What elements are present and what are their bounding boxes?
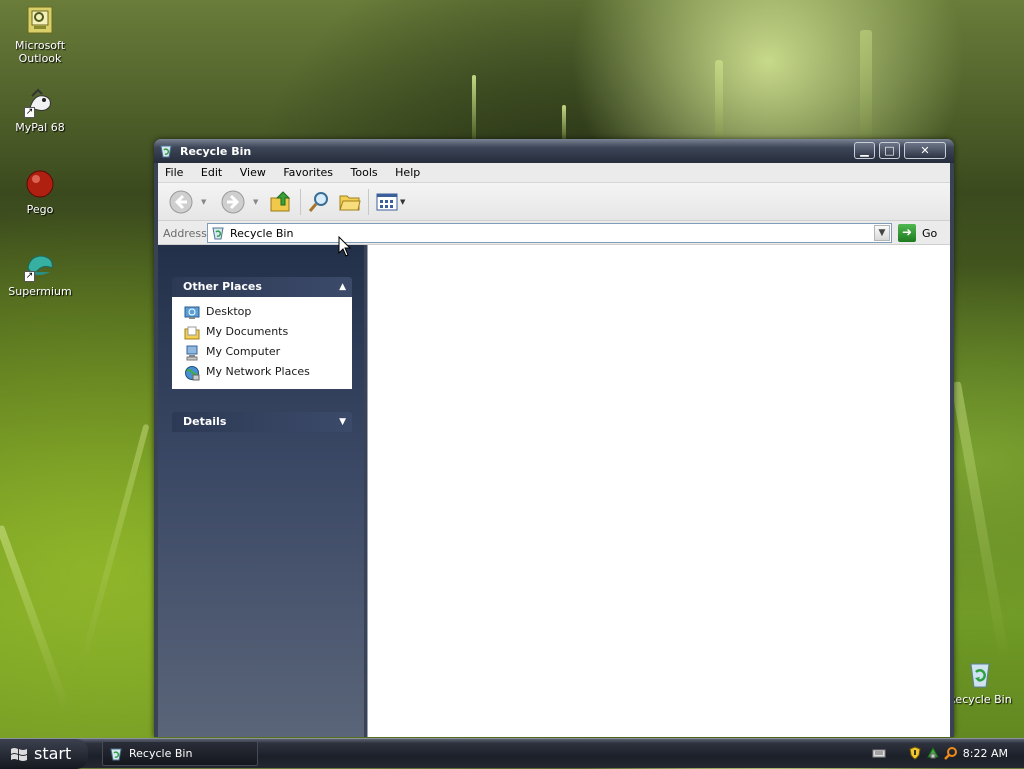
other-places-header[interactable]: Other Places ▲ [172,277,352,297]
desktop-icon-supermium[interactable]: ↗ Supermium [2,250,78,298]
menu-file[interactable]: File [158,163,190,179]
clock[interactable]: 8:22 AM [963,747,1008,760]
start-button[interactable]: start [0,739,88,769]
minimize-button[interactable]: ▁ [854,142,875,159]
address-bar: Address Recycle Bin ▼ ➜ Go [158,221,950,245]
other-places-list: Desktop My Documents My Computer My Netw… [172,297,352,389]
minimize-icon: ▁ [860,144,869,157]
maximize-icon: □ [884,144,895,157]
back-dropdown-icon[interactable]: ▼ [201,198,206,206]
go-arrow-icon: ➜ [898,224,916,242]
desktop-icon-label: Pego [26,203,54,216]
go-button[interactable]: ➜ Go [898,224,948,242]
go-label: Go [922,227,938,240]
details-header[interactable]: Details ▼ [172,412,352,432]
desktop-icon-label: MyPal 68 [15,121,65,134]
views-dropdown-icon[interactable]: ▼ [400,198,405,206]
pego-icon [24,168,56,200]
views-icon [376,193,398,211]
place-label: My Network Places [206,365,310,378]
close-icon: ✕ [920,144,930,157]
views-button[interactable] [374,189,400,215]
place-desktop[interactable]: Desktop [182,303,352,323]
place-my-network-places[interactable]: My Network Places [182,363,352,383]
taskbar: start Recycle Bin 8:22 AM [0,738,1024,769]
folders-button[interactable] [337,189,363,215]
taskbar-item-label: Recycle Bin [129,747,193,760]
search-icon [308,192,328,212]
supermium-icon: ↗ [24,250,56,282]
desktop-icon-label: Microsoft Outlook [14,39,66,65]
menu-favorites[interactable]: Favorites [276,163,340,179]
computer-icon [184,345,200,361]
toolbar-separator [300,189,301,215]
documents-folder-icon [184,325,200,341]
explorer-window: Recycle Bin ▁ □ ✕ File Edit View Favorit… [154,139,954,737]
up-folder-icon [270,191,291,212]
chevron-down-icon: ▼ [878,228,886,238]
outlook-icon [24,4,56,36]
search-button[interactable] [306,189,332,215]
group-title: Other Places [183,280,262,293]
shortcut-arrow-icon: ↗ [24,107,35,118]
network-icon[interactable] [926,746,940,760]
address-value: Recycle Bin [230,227,294,240]
taskbar-item-recycle-bin[interactable]: Recycle Bin [102,741,258,766]
window-titlebar[interactable]: Recycle Bin ▁ □ ✕ [154,139,954,163]
window-title: Recycle Bin [180,145,252,158]
desktop-icon-label: Supermium [8,285,72,298]
expand-icon[interactable]: ▼ [339,412,346,432]
desktop-icon-mypal[interactable]: ↗ MyPal 68 [2,86,78,134]
place-label: Desktop [206,305,252,318]
forward-button[interactable] [220,189,246,215]
mouse-cursor-icon [338,236,352,257]
maximize-button[interactable]: □ [879,142,900,159]
recycle-bin-icon [211,226,225,240]
search-icon[interactable] [944,746,958,760]
windows-flag-icon [11,748,27,761]
forward-arrow-icon [221,190,245,214]
recycle-bin-icon [159,144,173,158]
standard-toolbar: ▼ ▼ ▼ [158,183,950,221]
keyboard-icon[interactable] [872,746,886,760]
forward-dropdown-icon[interactable]: ▼ [253,198,258,206]
file-list-area[interactable] [367,245,950,737]
shortcut-arrow-icon: ↗ [24,271,35,282]
close-button[interactable]: ✕ [904,142,946,159]
folders-icon [339,195,361,211]
details-group: Details ▼ [172,412,352,432]
address-dropdown-button[interactable]: ▼ [874,225,890,241]
menu-tools[interactable]: Tools [344,163,385,179]
place-my-computer[interactable]: My Computer [182,343,352,363]
address-input[interactable]: Recycle Bin ▼ [207,223,892,243]
recycle-bin-icon [964,658,996,690]
menu-view[interactable]: View [233,163,273,179]
mypal-icon: ↗ [24,86,56,118]
network-globe-icon [184,365,200,381]
address-label: Address [163,227,207,240]
security-shield-icon[interactable] [908,746,922,760]
desktop-icon-outlook[interactable]: Microsoft Outlook [2,4,78,65]
task-pane: Other Places ▲ Desktop My Documents My C… [158,245,364,737]
back-arrow-icon [169,190,193,214]
desktop-icon [184,305,200,321]
toolbar-separator [368,189,369,215]
menu-edit[interactable]: Edit [194,163,229,179]
menu-bar: File Edit View Favorites Tools Help [158,163,950,183]
other-places-group: Other Places ▲ Desktop My Documents My C… [172,277,352,389]
start-label: start [34,744,72,763]
collapse-icon[interactable]: ▲ [339,277,346,297]
back-button[interactable] [168,189,194,215]
system-tray: 8:22 AM [864,739,1024,769]
desktop-icon-pego[interactable]: Pego [2,168,78,216]
up-folder-button[interactable] [268,189,294,215]
recycle-bin-icon [109,746,123,761]
place-label: My Documents [206,325,289,338]
menu-help[interactable]: Help [388,163,427,179]
place-label: My Computer [206,345,281,358]
place-my-documents[interactable]: My Documents [182,323,352,343]
group-title: Details [183,415,227,428]
